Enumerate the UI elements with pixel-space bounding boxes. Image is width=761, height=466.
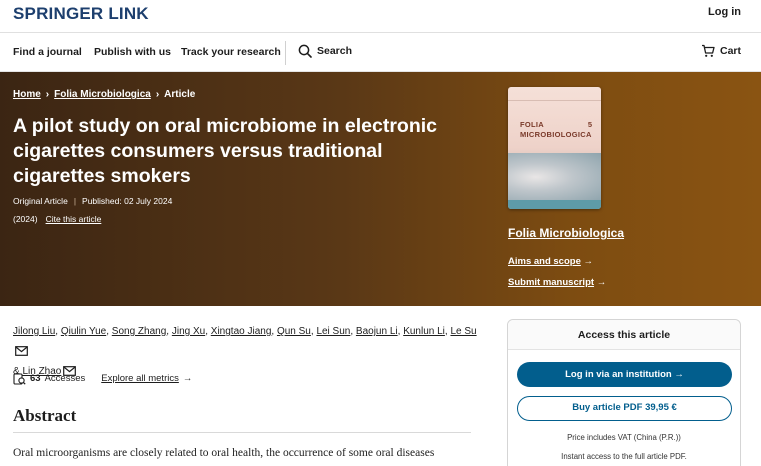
chevron-right-icon: › [45, 89, 50, 100]
cite-article-link[interactable]: Cite this article [46, 214, 102, 224]
breadcrumb: Home › Folia Microbiologica › Article [13, 89, 195, 100]
author-link[interactable]: Qun Su [277, 326, 311, 337]
cover-title-line1: FOLIA [520, 120, 544, 129]
meta-separator: | [73, 196, 77, 206]
author-link[interactable]: Jing Xu [172, 326, 205, 337]
abstract-text: Oral microorganisms are closely related … [13, 447, 435, 459]
search-icon [298, 44, 312, 58]
author-link[interactable]: Xingtao Jiang [211, 326, 272, 337]
author-link[interactable]: Lei Sun [316, 326, 350, 337]
institution-login-label: Log in via an institution [565, 369, 672, 380]
accesses-icon [13, 373, 26, 385]
cover-image [508, 153, 601, 201]
instant-access-note: Instant access to the full article PDF. [561, 452, 687, 461]
cover-title: FOLIA MICROBIOLOGICA [520, 120, 592, 140]
author-link[interactable]: Jilong Liu [13, 326, 55, 337]
author-link[interactable]: Le Su [450, 326, 476, 337]
cover-header-strip [508, 87, 601, 101]
accesses-label: Accesses [44, 373, 86, 384]
breadcrumb-article: Article [164, 89, 196, 100]
nav-find-journal[interactable]: Find a journal [13, 46, 82, 58]
accesses-count: 63 [30, 373, 41, 384]
institution-login-button[interactable]: Log in via an institution → [517, 362, 732, 387]
cover-footer-strip [508, 200, 601, 209]
top-bar: SPRINGER LINK Log in [0, 0, 761, 33]
author-link[interactable]: Baojun Li [356, 326, 398, 337]
search-label: Search [317, 45, 353, 57]
cover-title-line2: MICROBIOLOGICA [520, 130, 592, 139]
author-link[interactable]: Kunlun Li [403, 326, 445, 337]
author-link[interactable]: Qiulin Yue [61, 326, 106, 337]
buy-pdf-button[interactable]: Buy article PDF 39,95 € [517, 396, 732, 421]
breadcrumb-home[interactable]: Home [13, 89, 41, 100]
abstract-heading: Abstract [13, 406, 77, 425]
access-heading: Access this article [508, 320, 740, 350]
arrow-right-icon: → [596, 277, 607, 288]
aims-scope-link[interactable]: Aims and scope → [508, 256, 593, 267]
nav-publish-with-us[interactable]: Publish with us [94, 46, 171, 58]
nav-track-research[interactable]: Track your research [181, 46, 281, 58]
article-year: (2024) [13, 214, 38, 224]
aims-scope-label: Aims and scope [508, 256, 581, 267]
author-link[interactable]: Song Zhang [112, 326, 167, 337]
mail-icon[interactable] [15, 346, 28, 356]
arrow-right-icon: → [583, 256, 594, 267]
cart-label: Cart [719, 45, 741, 57]
explore-metrics-link[interactable]: Explore all metrics [101, 373, 179, 384]
price-note: Price includes VAT (China (P.R.)) [567, 433, 681, 442]
journal-name-link[interactable]: Folia Microbiologica [508, 226, 624, 240]
published-date: Published: 02 July 2024 [82, 196, 173, 206]
abstract-divider [13, 432, 471, 433]
arrow-right-icon: → [674, 369, 684, 380]
submit-manuscript-label: Submit manuscript [508, 277, 595, 288]
journal-cover[interactable]: FOLIA MICROBIOLOGICA 5 [508, 87, 601, 209]
article-meta-2: (2024) Cite this article [13, 214, 101, 224]
cover-issue-number: 5 [587, 120, 592, 129]
article-title: A pilot study on oral microbiome in elec… [13, 115, 438, 187]
search-button[interactable]: Search [298, 44, 352, 58]
arrow-right-icon: → [182, 373, 193, 384]
article-meta: Original Article | Published: 02 July 20… [13, 196, 172, 206]
breadcrumb-journal[interactable]: Folia Microbiologica [54, 89, 151, 100]
nav-divider [285, 41, 286, 65]
cart-button[interactable]: Cart [701, 44, 741, 58]
main-nav: Find a journal Publish with us Track you… [0, 34, 761, 72]
access-panel: Access this article Log in via an instit… [507, 319, 741, 466]
submit-manuscript-link[interactable]: Submit manuscript → [508, 277, 606, 288]
article-metrics: 63 Accesses Explore all metrics → [13, 372, 192, 385]
springer-link-logo[interactable]: SPRINGER LINK [13, 4, 149, 24]
article-hero: Home › Folia Microbiologica › Article A … [0, 72, 761, 306]
login-link[interactable]: Log in [708, 6, 741, 18]
cart-icon [701, 44, 715, 57]
article-type: Original Article [13, 196, 68, 206]
chevron-right-icon: › [155, 89, 160, 100]
